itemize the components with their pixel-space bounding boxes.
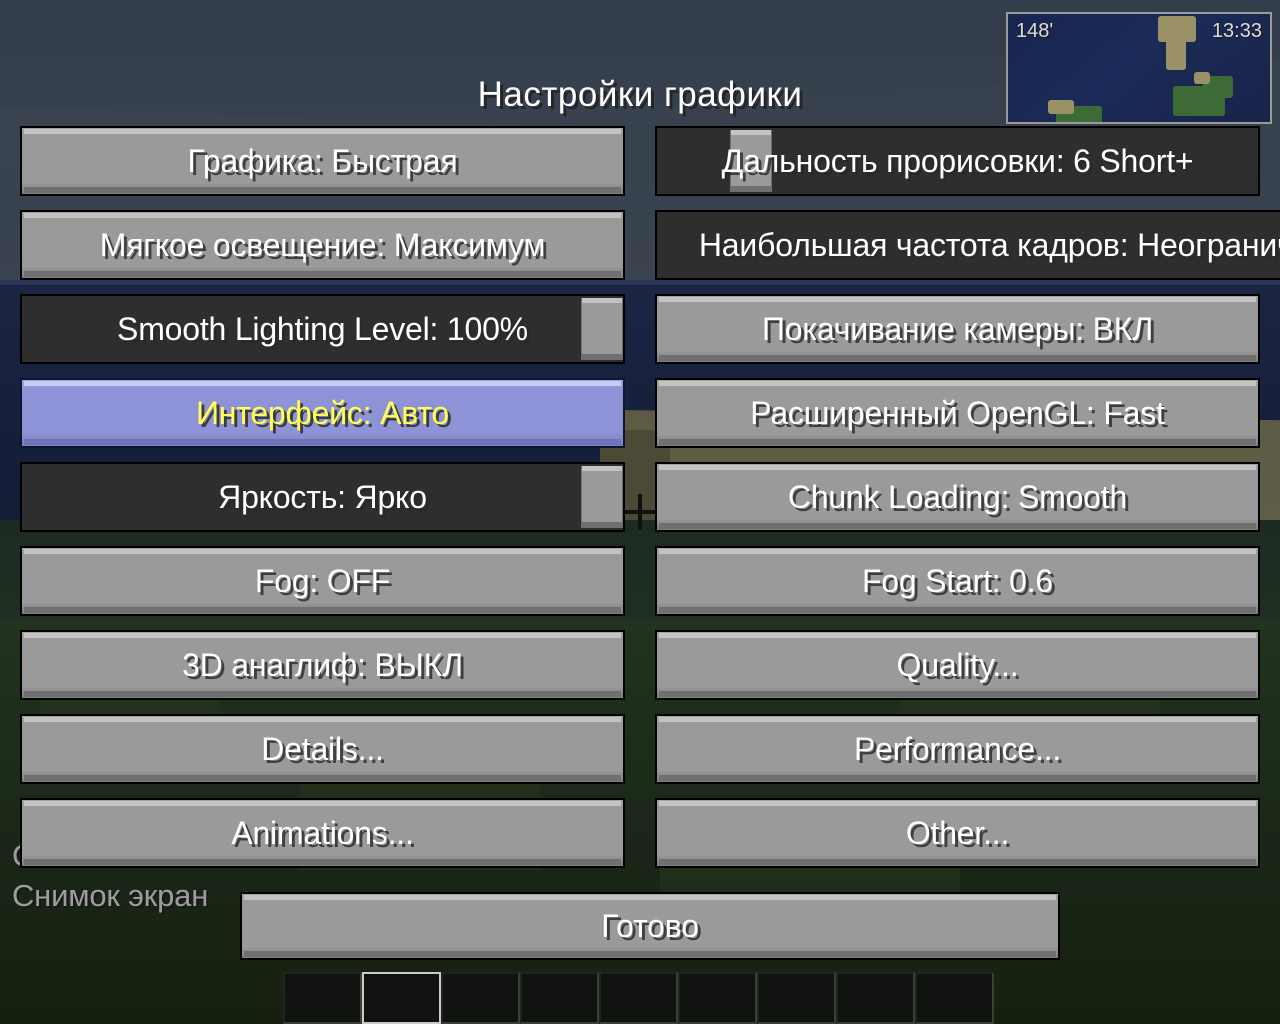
setting-label: Мягкое освещение: Максимум <box>99 226 546 263</box>
setting-label: Details... <box>261 730 384 767</box>
setting-label: Покачивание камеры: ВКЛ <box>761 310 1154 347</box>
setting-left-6-button[interactable]: 3D анаглиф: ВЫКЛ <box>20 630 625 700</box>
setting-label: Яркость: Ярко <box>218 478 427 515</box>
settings-column-right: Дальность прорисовки: 6 Short+ Наибольшая… <box>655 126 1280 882</box>
setting-label: Графика: Быстрая <box>187 142 458 179</box>
setting-label: Наибольшая частота кадров: Неограниче <box>698 226 1280 263</box>
setting-label: Дальность прорисовки: 6 Short+ <box>721 142 1194 179</box>
setting-label: Quality... <box>896 646 1019 683</box>
setting-label: 3D анаглиф: ВЫКЛ <box>182 646 463 683</box>
settings-column-left: Графика: Быстрая Мягкое освещение: Максим… <box>20 126 625 882</box>
setting-right-7-button[interactable]: Performance... <box>655 714 1260 784</box>
setting-left-8-button[interactable]: Animations... <box>20 798 625 868</box>
setting-left-7-button[interactable]: Details... <box>20 714 625 784</box>
done-button[interactable]: Готово <box>240 892 1060 960</box>
slider-handle[interactable] <box>581 298 623 360</box>
setting-left-5-button[interactable]: Fog: OFF <box>20 546 625 616</box>
setting-label: Animations... <box>231 814 414 851</box>
setting-right-1-slider[interactable]: Наибольшая частота кадров: Неограниче <box>655 210 1280 280</box>
setting-label: Chunk Loading: Smooth <box>787 478 1128 515</box>
setting-left-3-button[interactable]: Интерфейс: Авто <box>20 378 625 448</box>
done-button-label: Готово <box>601 907 699 944</box>
graphics-settings-screen: Настройки графики Графика: Быстрая Мягкое… <box>0 0 1280 1024</box>
setting-right-8-button[interactable]: Other... <box>655 798 1260 868</box>
setting-label: Интерфейс: Авто <box>195 394 450 431</box>
setting-label: Fog Start: 0.6 <box>861 562 1054 599</box>
page-title: Настройки графики <box>477 75 803 114</box>
setting-left-2-slider[interactable]: Smooth Lighting Level: 100% <box>20 294 625 364</box>
setting-left-4-slider[interactable]: Яркость: Ярко <box>20 462 625 532</box>
setting-left-1-button[interactable]: Мягкое освещение: Максимум <box>20 210 625 280</box>
setting-label: Расширенный OpenGL: Fast <box>750 394 1165 431</box>
setting-left-0-button[interactable]: Графика: Быстрая <box>20 126 625 196</box>
done-button-wrapper: Готово <box>240 892 1060 960</box>
setting-right-4-button[interactable]: Chunk Loading: Smooth <box>655 462 1260 532</box>
setting-label: Other... <box>905 814 1010 851</box>
setting-label: Smooth Lighting Level: 100% <box>117 310 528 347</box>
setting-label: Performance... <box>853 730 1062 767</box>
setting-right-2-button[interactable]: Покачивание камеры: ВКЛ <box>655 294 1260 364</box>
setting-right-6-button[interactable]: Quality... <box>655 630 1260 700</box>
setting-label: Fog: OFF <box>254 562 391 599</box>
setting-right-3-button[interactable]: Расширенный OpenGL: Fast <box>655 378 1260 448</box>
slider-handle[interactable] <box>581 466 623 528</box>
setting-right-0-slider[interactable]: Дальность прорисовки: 6 Short+ <box>655 126 1260 196</box>
setting-right-5-button[interactable]: Fog Start: 0.6 <box>655 546 1260 616</box>
